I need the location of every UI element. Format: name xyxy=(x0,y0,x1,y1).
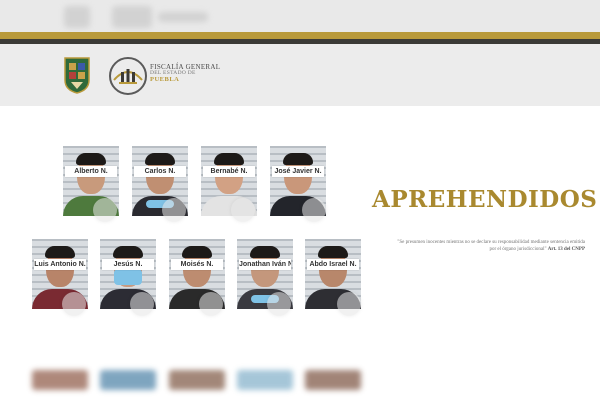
watermark-badge-icon xyxy=(62,292,86,316)
institution-line3: PUEBLA xyxy=(150,76,180,84)
watermark-badge-icon xyxy=(199,292,223,316)
watermark-badge-icon xyxy=(231,198,255,222)
fge-emblem-icon xyxy=(109,57,147,95)
legal-note-reference: Art. 13 del CNPP xyxy=(547,246,585,252)
header-banner xyxy=(0,44,600,106)
watermark-badge-icon xyxy=(162,198,186,222)
presumption-of-innocence-note: "Se presumen inocentes mientras no se de… xyxy=(390,240,585,253)
watermark-badge-icon xyxy=(267,292,291,316)
gold-divider-bar xyxy=(0,32,600,39)
detainee-name: Jesús N. xyxy=(102,259,154,270)
blurred-photo-strip xyxy=(169,370,225,390)
detainee-name: Moisés N. xyxy=(171,259,223,270)
detainee-name: Jonathan Iván N. xyxy=(239,259,291,270)
institution-name: FISCALÍA GENERAL DEL ESTADO DE PUEBLA xyxy=(150,63,220,84)
watermark-badge-icon xyxy=(130,292,154,316)
blurred-photo-strip xyxy=(32,370,88,390)
blurred-photo-strip xyxy=(305,370,361,390)
detainee-name: Luis Antonio N. xyxy=(34,259,86,270)
detainee-name: Carlos N. xyxy=(134,166,186,177)
watermark-badge-icon xyxy=(93,198,117,222)
blurred-photo-strip xyxy=(237,370,293,390)
state-shield-icon xyxy=(64,57,90,94)
watermark-badge-icon xyxy=(302,198,326,222)
detainee-name: Abdo Israel N. xyxy=(307,259,359,270)
faded-logo-ghost xyxy=(64,6,90,28)
faded-logo-ghost xyxy=(158,12,208,22)
blurred-photo-strip xyxy=(100,370,156,390)
detainee-name: Alberto N. xyxy=(65,166,117,177)
detainee-name: Bernabé N. xyxy=(203,166,255,177)
faded-logo-ghost xyxy=(112,6,152,28)
detainee-name: José Javier N. xyxy=(272,166,324,177)
watermark-badge-icon xyxy=(337,292,361,316)
page-title: APREHENDIDOS xyxy=(372,186,598,213)
top-faded-strip xyxy=(0,0,600,32)
